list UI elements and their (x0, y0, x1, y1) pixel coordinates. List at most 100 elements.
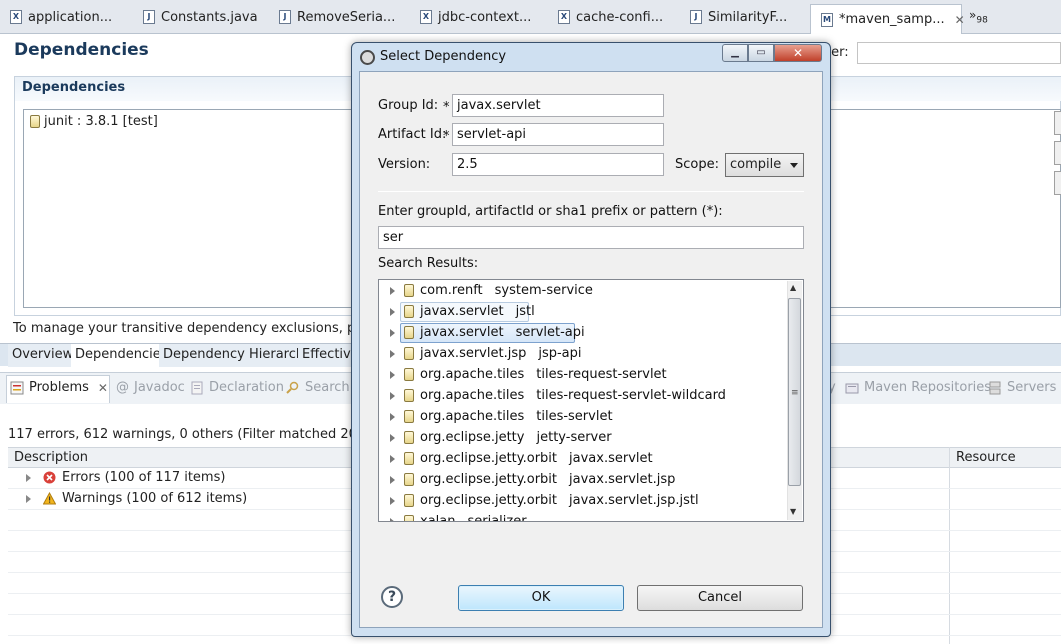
result-group: org.eclipse.jetty.orbit (420, 472, 558, 487)
page-title: Dependencies (14, 40, 149, 60)
problems-summary: 117 errors, 612 warnings, 0 others (Filt… (8, 427, 395, 442)
search-input[interactable]: ser (378, 226, 804, 249)
editor-tab-label: SimilarityF... (708, 9, 788, 25)
result-group: org.eclipse.jetty.orbit (420, 493, 558, 508)
close-icon[interactable]: ✕ (955, 13, 965, 27)
expand-arrow-icon[interactable] (390, 370, 395, 379)
expand-arrow-icon[interactable] (390, 286, 395, 295)
expand-arrow-icon[interactable] (390, 328, 395, 337)
artifact-id-field[interactable]: servlet-api (452, 123, 664, 146)
declaration-icon (191, 381, 203, 394)
expand-arrow-icon[interactable] (390, 517, 395, 521)
editor-tab-label: Constants.java (161, 9, 258, 25)
list-item[interactable]: org.eclipse.jetty.orbit javax.servlet.jsp… (379, 490, 699, 511)
list-item[interactable]: javax.servlet jstl (379, 301, 535, 322)
ok-button[interactable]: OK (458, 585, 624, 611)
group-id-field[interactable]: javax.servlet (452, 94, 664, 117)
expand-arrow-icon[interactable] (390, 391, 395, 400)
tab-problems[interactable]: Problems ✕ (10, 380, 108, 395)
editor-tab-application[interactable]: X application... (0, 4, 132, 30)
xml-file-icon: X (420, 10, 432, 24)
result-group: org.eclipse.jetty.orbit (420, 451, 558, 466)
tab-javadoc[interactable]: @ Javadoc (116, 380, 185, 395)
artifact-id-label: Artifact Id: (378, 127, 447, 142)
row-label: Errors (100 of 117 items) (62, 470, 226, 485)
expand-arrow-icon[interactable] (26, 473, 31, 482)
close-button[interactable]: ✕ (774, 44, 822, 62)
tab-label: Search (305, 380, 350, 395)
expand-arrow-icon[interactable] (390, 475, 395, 484)
list-item[interactable]: javax.servlet.jsp jsp-api (379, 343, 582, 364)
filter-input[interactable] (857, 42, 1061, 64)
editor-tab-label: jdbc-context... (438, 9, 532, 25)
list-item[interactable]: org.eclipse.jetty.orbit javax.servlet.jsp (379, 469, 675, 490)
java-file-icon: J (143, 10, 155, 24)
tab-search[interactable]: Search (286, 380, 350, 395)
result-artifact: jsp-api (538, 346, 582, 361)
list-item[interactable]: org.apache.tiles tiles-request-servlet-wi… (379, 385, 726, 406)
help-button[interactable]: ? (381, 586, 403, 608)
tab-servers[interactable]: Servers (988, 380, 1056, 395)
list-item[interactable]: org.apache.tiles tiles-request-servlet (379, 364, 667, 385)
expand-arrow-icon[interactable] (390, 433, 395, 442)
expand-arrow-icon[interactable] (390, 454, 395, 463)
properties-button[interactable] (1054, 171, 1061, 195)
search-results-tree[interactable]: com.renft system-service javax.servlet jst… (378, 279, 804, 522)
expand-arrow-icon[interactable] (390, 496, 395, 505)
editor-tab-cache-config[interactable]: X cache-confi... (548, 4, 680, 30)
jar-icon (404, 410, 414, 423)
editor-tab-maven-sample[interactable]: M *maven_samp... ✕ (810, 4, 965, 34)
result-artifact: javax.servlet.jsp.jstl (569, 493, 699, 508)
scroll-up-arrow-icon[interactable]: ▲ (790, 283, 796, 292)
scope-select[interactable]: compile (725, 153, 804, 177)
expand-arrow-icon[interactable] (390, 412, 395, 421)
column-header-description[interactable]: Description (14, 450, 88, 465)
jar-icon (404, 326, 414, 339)
section-title: Dependencies (22, 80, 126, 95)
list-item[interactable]: xalan serializer (379, 511, 527, 521)
list-item[interactable]: org.eclipse.jetty jetty-server (379, 427, 612, 448)
tab-maven-repositories[interactable]: Maven Repositories (845, 380, 991, 395)
list-item[interactable]: com.renft system-service (379, 280, 593, 301)
version-field[interactable]: 2.5 (452, 153, 664, 176)
cancel-button[interactable]: Cancel (637, 585, 803, 611)
remove-button[interactable] (1054, 141, 1061, 165)
result-group: org.eclipse.jetty (420, 430, 525, 445)
problems-icon (10, 381, 24, 394)
result-group: org.apache.tiles (420, 409, 525, 424)
tab-label: Declaration (209, 380, 284, 395)
maximize-button[interactable]: ▭ (748, 44, 774, 62)
jar-icon (404, 368, 414, 381)
chevron-down-icon (790, 163, 798, 168)
editor-tab-removeserial[interactable]: J RemoveSeria... (269, 4, 407, 30)
list-item-selected[interactable]: javax.servlet servlet-api (379, 322, 585, 343)
tab-dependencies[interactable]: Dependencies (71, 344, 173, 367)
minimize-button[interactable]: ▁ (722, 44, 748, 62)
result-group: org.apache.tiles (420, 367, 525, 382)
scroll-down-arrow-icon[interactable]: ▼ (790, 507, 796, 516)
tab-overview[interactable]: Overview (8, 344, 79, 367)
tab-overflow-button[interactable]: »98 (969, 8, 988, 25)
tab-label: Servers (1007, 380, 1057, 395)
close-icon[interactable]: ✕ (98, 381, 108, 395)
column-header-resource[interactable]: Resource (956, 450, 1016, 465)
tab-dependency-hierarchy[interactable]: Dependency Hierarchy (159, 344, 317, 367)
editor-tab-constants[interactable]: J Constants.java (133, 4, 265, 30)
result-group: org.apache.tiles (420, 388, 525, 403)
add-button[interactable] (1054, 111, 1061, 135)
list-item[interactable]: org.apache.tiles tiles-servlet (379, 406, 613, 427)
jar-icon (404, 284, 414, 297)
expand-arrow-icon[interactable] (26, 494, 31, 503)
editor-tab-jdbc-context[interactable]: X jdbc-context... (410, 4, 546, 30)
expand-arrow-icon[interactable] (390, 307, 395, 316)
expand-arrow-icon[interactable] (390, 349, 395, 358)
list-item[interactable]: junit : 3.8.1 [test] (30, 114, 158, 129)
editor-tab-similarity[interactable]: J SimilarityF... (680, 4, 808, 30)
result-artifact: tiles-request-servlet-wildcard (536, 388, 726, 403)
editor-tab-label: cache-confi... (576, 9, 664, 25)
list-item[interactable]: org.eclipse.jetty.orbit javax.servlet (379, 448, 653, 469)
jar-icon (404, 347, 414, 360)
result-group: javax.servlet.jsp (420, 346, 527, 361)
tab-declaration[interactable]: Declaration (190, 380, 284, 395)
row-label: Warnings (100 of 612 items) (62, 491, 248, 506)
